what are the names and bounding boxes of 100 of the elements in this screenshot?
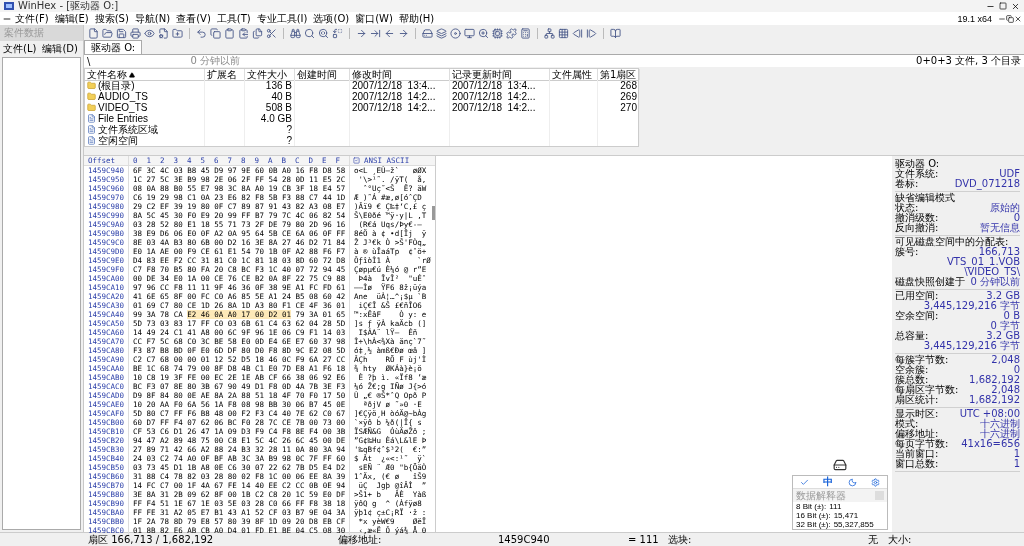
info-value: 2,048 xyxy=(991,355,1020,365)
arrow-to-line-icon[interactable] xyxy=(370,27,381,39)
monitor-icon[interactable] xyxy=(464,27,475,39)
clipboard-icon[interactable] xyxy=(224,27,235,39)
folder-plus-icon[interactable] xyxy=(172,27,183,39)
table-cell: ? xyxy=(245,124,295,135)
chip-icon[interactable] xyxy=(492,27,503,39)
file-settings-icon[interactable] xyxy=(158,27,169,39)
arrow-left-icon[interactable] xyxy=(384,27,395,39)
menu-item[interactable]: 工具(T) xyxy=(213,12,254,25)
menu-item[interactable]: 选项(O) xyxy=(310,12,353,25)
menu-item[interactable]: 文件(F) xyxy=(12,12,52,25)
bit-label: 16 Bit (±): xyxy=(796,511,831,520)
scrollbar-thumb[interactable] xyxy=(432,206,435,220)
info-label: 磁盘快照创建于 xyxy=(895,277,965,287)
puzzle-icon[interactable] xyxy=(506,27,517,39)
column-header[interactable]: 修改时间 xyxy=(350,69,450,81)
close-icon[interactable] xyxy=(1014,14,1022,23)
table-cell: 270 xyxy=(598,102,640,113)
block-value: 无 xyxy=(868,532,879,546)
info-label: 文件系统: xyxy=(895,169,939,179)
printer-icon[interactable] xyxy=(130,27,141,39)
close-icon[interactable] xyxy=(1011,1,1020,11)
column-header[interactable]: 扩展名 xyxy=(205,69,245,81)
step-back-icon[interactable] xyxy=(572,27,583,39)
info-label: 反向撤消: xyxy=(895,223,939,233)
clipboard-copy-icon[interactable] xyxy=(238,27,249,39)
step-forward-icon[interactable] xyxy=(586,27,597,39)
menu-item[interactable]: 导航(N) xyxy=(131,12,174,25)
info-label: 可见磁盘空间中的分配表: xyxy=(895,237,1009,247)
copy-icon[interactable] xyxy=(210,27,221,39)
info-value: 0 分钟以前 xyxy=(970,277,1020,287)
bit-label: 32 Bit (±): xyxy=(796,520,831,529)
table-cell: 269 xyxy=(598,91,640,102)
info-value: 0 xyxy=(1013,365,1020,375)
scissors-icon[interactable] xyxy=(266,27,277,39)
info-label: 空余空间: xyxy=(895,311,939,321)
save-icon[interactable] xyxy=(116,27,127,39)
table-cell: 268 xyxy=(598,80,640,91)
book-icon[interactable] xyxy=(610,27,621,39)
menu-item[interactable]: 帮助(H) xyxy=(395,12,438,25)
network-icon[interactable] xyxy=(544,27,555,39)
restore-icon[interactable] xyxy=(1006,14,1014,23)
column-header[interactable]: 文件名称 xyxy=(85,69,205,81)
info-value: 3.2 GB xyxy=(986,291,1020,301)
file-icon xyxy=(87,136,96,145)
search-icon[interactable] xyxy=(304,27,315,39)
sector-status: 扇区 166,713 / 1,682,192 xyxy=(88,533,215,546)
settings-icon[interactable] xyxy=(870,477,880,487)
table-cell: 2007/12/18 14:2... xyxy=(450,91,550,102)
column-header[interactable]: 文件属性 xyxy=(550,69,598,81)
file-name[interactable]: File Entries xyxy=(98,113,148,124)
tab[interactable]: 驱动器 O: xyxy=(84,40,143,54)
info-value: 3,445,129,216 字节 xyxy=(923,301,1020,311)
arrow-right-icon[interactable] xyxy=(356,27,367,39)
file-name[interactable]: 文件系统区域 xyxy=(98,124,158,135)
file-name[interactable]: AUDIO_TS xyxy=(98,91,148,102)
new-file-icon[interactable] xyxy=(88,27,99,39)
column-header[interactable]: 第1扇区 xyxy=(598,69,640,81)
menu-item[interactable]: 编辑(E) xyxy=(51,12,92,25)
arrow-right-icon[interactable] xyxy=(398,27,409,39)
bit-label: 8 Bit (±): xyxy=(796,502,827,511)
ime-mode[interactable]: 中 xyxy=(823,475,834,489)
info-label: 撤消级数: xyxy=(895,213,939,223)
moon-icon[interactable] xyxy=(847,477,857,487)
eye-icon[interactable] xyxy=(144,27,155,39)
menu-item[interactable]: 编辑(D) xyxy=(39,41,81,55)
info-value: UDF xyxy=(999,169,1020,179)
column-header[interactable]: 创建时间 xyxy=(295,69,350,81)
open-folder-icon[interactable] xyxy=(102,27,113,39)
search-code-icon[interactable] xyxy=(318,27,329,39)
file-name[interactable]: (根目录) xyxy=(98,80,135,91)
files-icon[interactable] xyxy=(252,27,263,39)
replace-icon[interactable] xyxy=(332,27,343,39)
hard-drive-icon[interactable] xyxy=(422,27,433,39)
menu-item[interactable]: 窗口(W) xyxy=(352,12,396,25)
undo-icon[interactable] xyxy=(196,27,207,39)
menu-item[interactable]: 文件(L) xyxy=(0,41,40,55)
info-label: 状态: xyxy=(895,203,919,213)
grid-icon[interactable] xyxy=(558,27,569,39)
app-logo-icon xyxy=(4,2,14,10)
file-name[interactable]: VIDEO_TS xyxy=(98,102,148,113)
layers-icon[interactable] xyxy=(436,27,447,39)
info-value: 1,682,192 xyxy=(969,375,1020,385)
menu-item[interactable]: 查看(V) xyxy=(173,12,214,25)
maximize-icon[interactable] xyxy=(999,2,1007,10)
info-value: 2,048 xyxy=(991,385,1020,395)
table-cell: 2007/12/18 14:2... xyxy=(350,102,450,113)
calculator-icon[interactable] xyxy=(520,27,531,39)
menu-item[interactable]: 搜索(S) xyxy=(91,12,132,25)
info-value: 暂无信息 xyxy=(980,223,1020,233)
zoom-icon[interactable] xyxy=(478,27,489,39)
column-header[interactable]: 记录更新时间 xyxy=(450,69,550,81)
file-name[interactable]: 空闲空间 xyxy=(98,135,138,146)
menu-item[interactable]: 专业工具(I) xyxy=(253,12,311,25)
check-icon[interactable] xyxy=(800,477,810,487)
info-value: 1 xyxy=(1013,449,1020,459)
column-header[interactable]: 文件大小 xyxy=(245,69,295,81)
disc-icon[interactable] xyxy=(450,27,461,39)
binoculars-icon[interactable] xyxy=(290,27,301,39)
